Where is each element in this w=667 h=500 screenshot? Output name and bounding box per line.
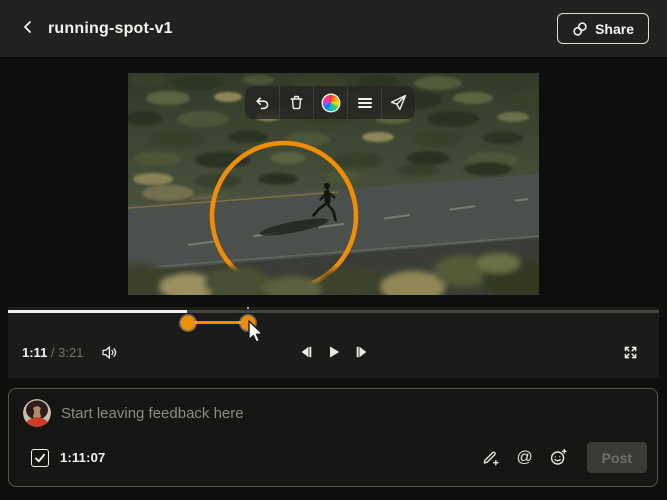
- next-frame-button[interactable]: [355, 345, 369, 359]
- video-player[interactable]: [128, 73, 539, 295]
- total-time: 3:21: [58, 345, 83, 360]
- previous-frame-button[interactable]: [299, 345, 313, 359]
- undo-button[interactable]: [245, 86, 279, 119]
- playback-controls: 1:11 / 3:21: [8, 326, 659, 378]
- link-icon: [572, 21, 588, 37]
- fullscreen-expand-icon: [622, 344, 639, 361]
- comment-timestamp: 1:11:07: [60, 450, 106, 465]
- trash-icon: [288, 94, 305, 111]
- transport-controls: [299, 345, 369, 359]
- chevron-left-icon: [20, 19, 36, 38]
- step-forward-icon: [355, 345, 369, 359]
- time-display: 1:11 / 3:21: [22, 345, 83, 360]
- color-wheel-icon: [323, 95, 339, 111]
- player-panel: 1:11 / 3:21: [8, 307, 659, 378]
- share-button[interactable]: Share: [557, 13, 649, 44]
- comment-composer: 1:11:07 @: [8, 388, 658, 487]
- timeline-progress: [8, 310, 187, 313]
- timeline[interactable]: [8, 310, 659, 313]
- page-title: running-spot-v1: [48, 20, 173, 38]
- mention-button[interactable]: @: [511, 444, 539, 472]
- comment-tools: @ Post: [477, 442, 647, 473]
- back-button[interactable]: [16, 17, 40, 41]
- emoji-plus-icon: [549, 448, 568, 467]
- paper-plane-icon: [389, 93, 408, 112]
- check-icon: [34, 452, 46, 464]
- comment-input-row: [9, 389, 657, 427]
- undo-icon: [253, 94, 271, 112]
- timeline-comment-marker: [247, 307, 249, 309]
- share-button-label: Share: [595, 21, 634, 37]
- play-button[interactable]: [327, 345, 341, 359]
- fullscreen-button[interactable]: [622, 344, 639, 361]
- top-bar: running-spot-v1 Share: [0, 0, 667, 58]
- pencil-plus-icon: [481, 448, 500, 467]
- feedback-input[interactable]: [61, 405, 643, 422]
- speaker-icon: [101, 345, 118, 360]
- at-icon: @: [517, 449, 533, 467]
- stroke-lines-icon: [357, 96, 373, 110]
- comment-actions-row: 1:11:07 @: [9, 442, 657, 486]
- emoji-button[interactable]: [545, 444, 573, 472]
- draw-annotation-button[interactable]: [477, 444, 505, 472]
- step-back-icon: [299, 345, 313, 359]
- play-icon: [327, 345, 341, 359]
- stroke-options-button[interactable]: [347, 86, 381, 119]
- delete-annotation-button[interactable]: [279, 86, 313, 119]
- avatar: [23, 399, 51, 427]
- send-annotation-button[interactable]: [381, 86, 415, 119]
- timestamp-checkbox[interactable]: [31, 449, 49, 467]
- current-time: 1:11: [22, 345, 47, 360]
- annotation-toolbar: [245, 86, 415, 119]
- time-separator: /: [47, 345, 58, 360]
- annotation-range-line: [188, 321, 248, 324]
- volume-button[interactable]: [101, 345, 118, 360]
- color-picker-button[interactable]: [313, 86, 347, 119]
- post-button[interactable]: Post: [587, 442, 647, 473]
